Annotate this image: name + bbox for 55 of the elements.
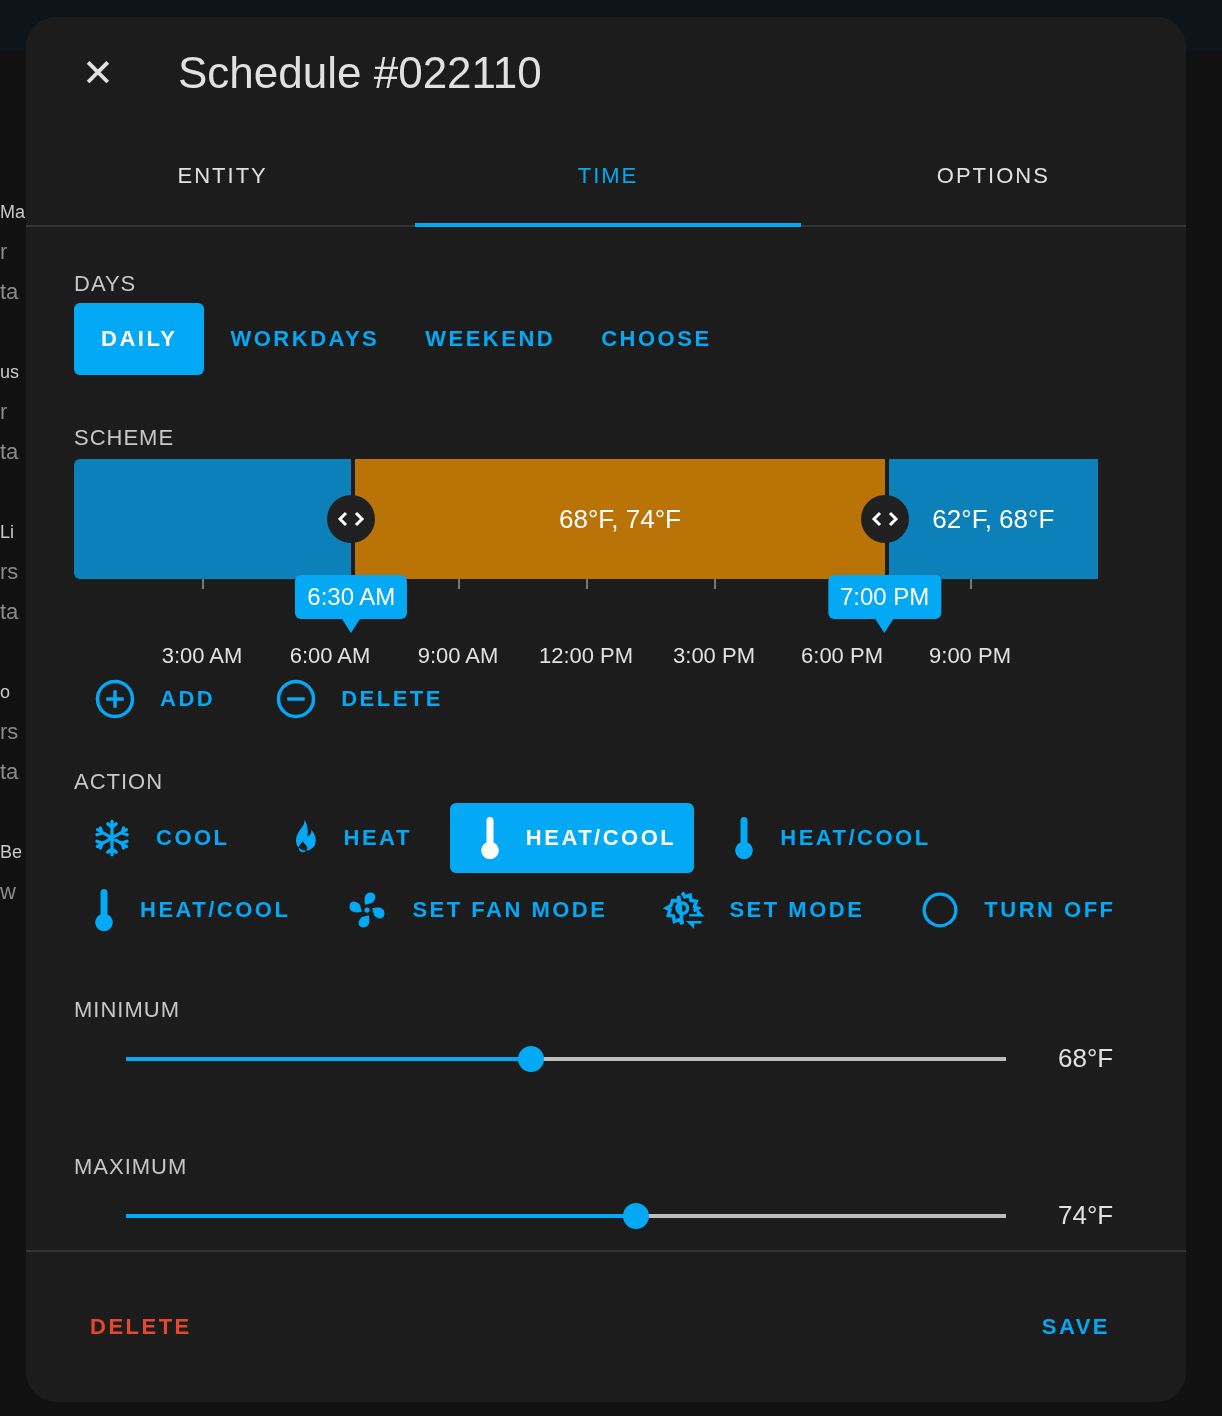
list-item-text: r [0, 398, 8, 426]
time-axis-label: 12:00 PM [538, 643, 634, 669]
day-option-button[interactable]: WEEKEND [405, 303, 576, 375]
list-item-text: ta [0, 438, 19, 466]
action-button[interactable]: TURN OFF [902, 875, 1134, 945]
action-button[interactable]: SET FAN MODE [328, 875, 626, 945]
thermometer-icon [92, 889, 116, 931]
close-button[interactable]: ✕ [78, 51, 118, 95]
tab[interactable]: OPTIONS [800, 129, 1186, 227]
gear-icon [663, 889, 706, 931]
action-button[interactable]: HEAT [267, 803, 430, 873]
time-tooltip: 7:00 PM [827, 575, 942, 633]
list-item-text: r [0, 238, 8, 266]
action-button[interactable]: SET MODE [645, 875, 883, 945]
time-axis-label: 9:00 AM [417, 643, 499, 669]
slider-label: MINIMUM [74, 997, 181, 1023]
section-label: ACTION [74, 769, 165, 795]
section-label: DAYS [74, 271, 138, 297]
dialog-title: Schedule #022110 [178, 48, 542, 98]
list-item-title: o [0, 681, 10, 704]
tab[interactable]: ENTITY [30, 129, 416, 227]
action-button[interactable]: HEAT/COOL [74, 875, 309, 945]
time-tooltip: 6:30 AM [295, 575, 408, 633]
list-item-title: Li [0, 521, 14, 544]
tab[interactable]: TIME [415, 129, 801, 227]
delete-button[interactable]: DELETE [74, 1304, 208, 1350]
day-option-button[interactable]: WORKDAYS [210, 303, 400, 375]
list-item-title: Be [0, 841, 23, 864]
slider-label: MAXIMUM [74, 1154, 189, 1180]
slider-value: 74°F [1058, 1200, 1114, 1231]
list-item-text: rs [0, 718, 19, 746]
list-item-title: Ma [0, 201, 25, 224]
save-button[interactable]: SAVE [1025, 1304, 1126, 1350]
time-axis-label: 9:00 PM [929, 643, 1011, 669]
action-button[interactable]: HEAT/COOL [714, 803, 949, 873]
list-item-text: rs [0, 558, 19, 586]
list-item-title: us [0, 361, 19, 384]
add-button[interactable]: ADD [74, 669, 236, 729]
time-slot[interactable] [74, 459, 352, 579]
delete-slot-button[interactable]: DELETE [255, 669, 463, 729]
list-item-text: ta [0, 278, 19, 306]
minus-circle-icon [275, 678, 318, 720]
list-item-text: ta [0, 598, 19, 626]
plus-circle-icon [94, 678, 136, 720]
time-axis-label: 3:00 PM [673, 643, 755, 669]
slider-value: 68°F [1058, 1043, 1114, 1074]
time-axis-label: 6:00 AM [289, 643, 371, 669]
section-label: SCHEME [74, 425, 176, 451]
action-button[interactable]: COOL [74, 803, 248, 873]
time-axis-label: 6:00 PM [801, 643, 883, 669]
list-item-text: w [0, 878, 16, 906]
day-option-button[interactable]: CHOOSE [581, 303, 732, 375]
list-item-text: ta [0, 758, 19, 786]
snowflake-icon [92, 818, 132, 858]
time-axis-label: 3:00 AM [161, 643, 243, 669]
